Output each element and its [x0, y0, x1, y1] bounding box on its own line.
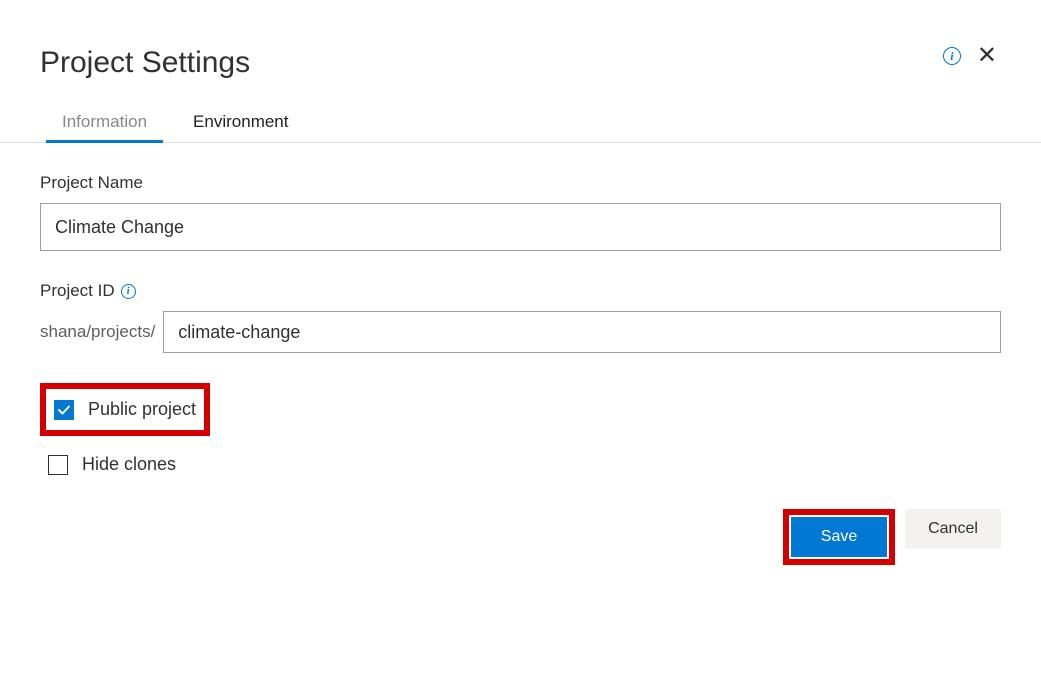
project-name-label: Project Name: [40, 173, 1001, 193]
public-project-checkbox[interactable]: [54, 400, 74, 420]
public-project-label: Public project: [88, 399, 196, 420]
save-button[interactable]: Save: [791, 517, 887, 557]
hide-clones-checkbox[interactable]: [48, 455, 68, 475]
close-icon[interactable]: ✕: [973, 42, 1001, 70]
save-button-highlight: Save: [783, 509, 895, 565]
checkbox-group: Public project Hide clones: [40, 383, 1001, 485]
project-id-input[interactable]: [163, 311, 1001, 353]
project-settings-dialog: Project Settings i ✕ Information Environ…: [0, 0, 1041, 593]
hide-clones-label: Hide clones: [82, 454, 176, 475]
hide-clones-row: Hide clones: [40, 444, 184, 485]
info-icon[interactable]: i: [943, 47, 961, 65]
dialog-content: Project Name Project ID i shana/projects…: [0, 143, 1041, 485]
project-id-row: shana/projects/: [40, 311, 1001, 353]
project-id-label-text: Project ID: [40, 281, 115, 301]
public-project-row: Public project: [40, 383, 210, 436]
info-icon[interactable]: i: [121, 284, 136, 299]
cancel-button[interactable]: Cancel: [905, 509, 1001, 549]
tab-information[interactable]: Information: [60, 106, 149, 142]
project-name-input[interactable]: [40, 203, 1001, 251]
tabs: Information Environment: [0, 80, 1041, 143]
tab-environment[interactable]: Environment: [191, 106, 290, 142]
dialog-title: Project Settings: [40, 46, 250, 80]
dialog-footer: Save Cancel: [0, 485, 1041, 593]
project-id-prefix: shana/projects/: [40, 322, 155, 342]
header-actions: i ✕: [943, 42, 1001, 70]
project-id-label: Project ID i: [40, 281, 1001, 301]
dialog-header: Project Settings i ✕: [0, 0, 1041, 80]
